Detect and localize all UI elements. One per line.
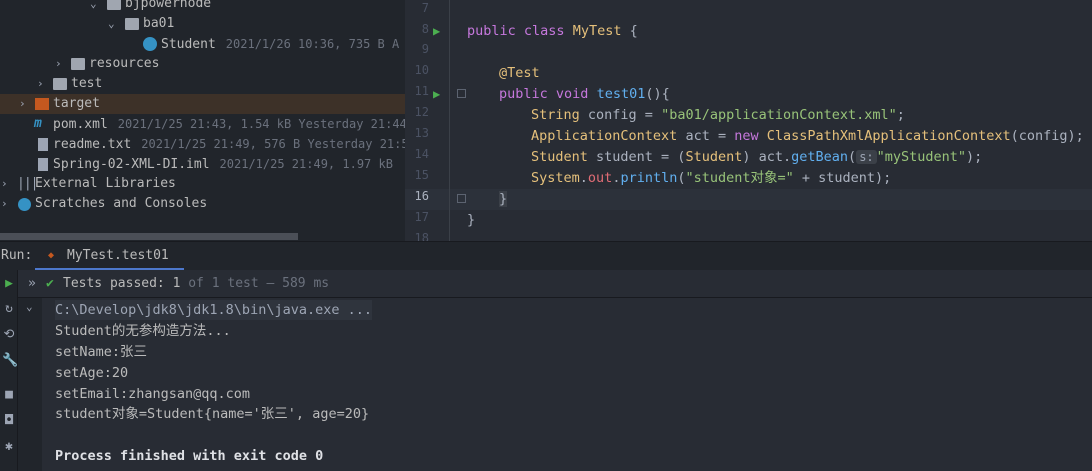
tree-item-resources[interactable]: › resources: [0, 54, 405, 74]
tree-item-external-libraries[interactable]: › ||| External Libraries: [0, 174, 405, 194]
tree-item-ba01[interactable]: ⌄ ba01: [0, 14, 405, 34]
fold-icon[interactable]: [457, 194, 466, 203]
chevron-down-icon[interactable]: ⌄: [108, 14, 115, 34]
console-line: setEmail:zhangsan@qq.com: [55, 386, 251, 402]
chevron-right-icon[interactable]: ›: [1, 174, 8, 194]
iml-file-icon: [38, 158, 48, 171]
console-line: student对象=Student{name='张三', age=20}: [55, 406, 370, 422]
package-icon: [125, 18, 139, 30]
tree-item-pom[interactable]: m pom.xml 2021/1/25 21:43, 1.54 kB Yesterd…: [0, 114, 405, 134]
line-number: 18: [414, 231, 429, 241]
chevron-right-icon[interactable]: ›: [55, 54, 62, 74]
gutter-divider: [449, 0, 450, 241]
line-number: 8: [421, 22, 429, 36]
code-line-11: public void test01(){: [499, 86, 670, 102]
console-gutter: ⌄: [18, 298, 42, 471]
folder-icon: [53, 78, 67, 90]
tree-item-bjpowernode[interactable]: ⌄ bjpowernode: [0, 0, 405, 14]
tree-item-readme[interactable]: readme.txt 2021/1/25 21:49, 576 B Yesterd…: [0, 134, 405, 154]
console-output[interactable]: ⌄ C:\Develop\jdk8\jdk1.8\bin\java.exe ..…: [18, 298, 1092, 471]
code-line-14: Student student = (Student) act.getBean(…: [531, 149, 983, 165]
run-tool-window-header: Run: ◆ MyTest.test01 ×: [0, 241, 1092, 291]
class-icon: [143, 37, 157, 51]
run-label: Run:: [1, 248, 33, 263]
code-line-10: @Test: [499, 65, 540, 81]
toggle-auto-test-icon[interactable]: ⟲: [2, 328, 16, 342]
tree-item-scratches[interactable]: › Scratches and Consoles: [0, 194, 405, 214]
run-toolbar: ▶ ↻ ⟲ 🔧 ■ ◘ ✱: [0, 270, 18, 471]
project-tree: ⌄ bjpowernode ⌄ ba01 Student 2021/1/26 10:3…: [0, 0, 405, 241]
check-icon: ✔: [46, 276, 54, 291]
line-number: 16: [414, 189, 429, 203]
console-line: setAge:20: [55, 365, 129, 381]
code-line-8: public class MyTest {: [467, 23, 638, 39]
tab-mytest-test01[interactable]: ◆ MyTest.test01 ×: [35, 242, 184, 291]
debug-icon[interactable]: ✱: [2, 440, 16, 454]
test-status: Tests passed: 1 of 1 test – 589 ms: [63, 276, 330, 291]
line-number: 17: [414, 210, 429, 224]
package-icon: [107, 0, 121, 10]
code-line-16: }: [499, 191, 508, 207]
test-icon: ◆: [48, 250, 55, 261]
camera-icon[interactable]: ◘: [2, 414, 16, 428]
console-line: Process finished with exit code 0: [55, 448, 324, 464]
tree-item-test[interactable]: › test: [0, 74, 405, 94]
code-line-15: System.out.println("student对象=" + studen…: [531, 170, 892, 186]
settings-wrench-icon[interactable]: 🔧: [2, 354, 18, 368]
line-number: 7: [421, 1, 429, 15]
tree-item-student[interactable]: Student 2021/1/26 10:36, 735 B A m: [0, 34, 405, 54]
text-file-icon: [38, 138, 48, 151]
line-number: 10: [414, 63, 429, 77]
scratches-icon: [18, 198, 31, 211]
console-line: C:\Develop\jdk8\jdk1.8\bin\java.exe ...: [55, 300, 372, 320]
expand-icon[interactable]: »: [28, 270, 36, 297]
chevron-right-icon[interactable]: ›: [37, 74, 44, 94]
tree-item-iml[interactable]: Spring-02-XML-DI.iml 2021/1/25 21:49, 1.9…: [0, 154, 405, 174]
rerun-icon[interactable]: ▶: [2, 277, 16, 291]
console-line: setName:张三: [55, 344, 148, 360]
code-editor[interactable]: 7 8 9 10 11 12 13 14 15 16 17 18 ▶ ▶ pub…: [405, 0, 1092, 241]
parameter-hint: s:: [856, 150, 877, 164]
line-number: 9: [421, 42, 429, 56]
tree-item-target[interactable]: › target: [0, 94, 405, 114]
line-number: 15: [414, 168, 429, 182]
fold-icon[interactable]: [457, 89, 466, 98]
rerun-failed-icon[interactable]: ↻: [2, 302, 16, 316]
chevron-right-icon[interactable]: ›: [1, 194, 8, 214]
run-test-class-icon[interactable]: ▶: [433, 24, 440, 38]
run-test-method-icon[interactable]: ▶: [433, 87, 440, 101]
console-line: Student的无参构造方法...: [55, 323, 231, 339]
line-number: 12: [414, 105, 429, 119]
chevron-down-icon[interactable]: ⌄: [26, 300, 33, 313]
chevron-down-icon[interactable]: ⌄: [90, 0, 97, 14]
current-line-highlight: [405, 189, 1092, 210]
code-line-13: ApplicationContext act = new ClassPathXm…: [531, 128, 1084, 144]
resources-folder-icon: [71, 58, 85, 70]
maven-icon: m: [34, 116, 42, 131]
line-number: 11: [414, 84, 429, 98]
horizontal-scrollbar[interactable]: [0, 233, 298, 240]
excluded-folder-icon: [35, 98, 49, 110]
code-line-17: }: [467, 212, 476, 228]
code-line-12: String config = "ba01/applicationContext…: [531, 107, 905, 123]
line-number: 13: [414, 126, 429, 140]
test-status-bar: » ✔ Tests passed: 1 of 1 test – 589 ms: [18, 270, 1092, 298]
stop-icon[interactable]: ■: [2, 388, 16, 402]
chevron-right-icon[interactable]: ›: [19, 94, 26, 114]
line-number: 14: [414, 147, 429, 161]
